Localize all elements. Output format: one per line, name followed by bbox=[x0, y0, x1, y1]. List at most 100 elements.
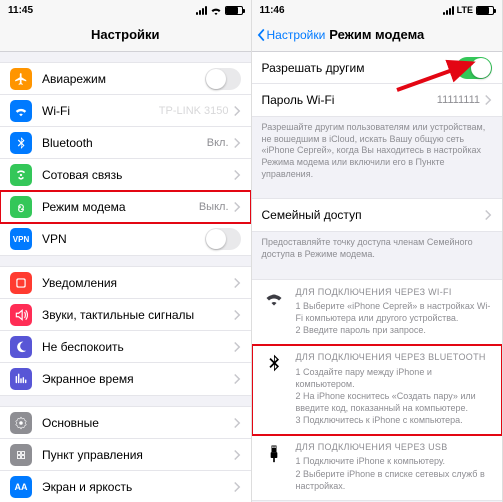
row-control-center[interactable]: Пункт управления bbox=[0, 439, 251, 471]
instr-line: 2 Выберите iPhone в списке сетевых служб… bbox=[296, 469, 485, 491]
bluetooth-icon bbox=[262, 351, 286, 426]
family-note: Предоставляйте точку доступа членам Семе… bbox=[252, 232, 503, 268]
instr-line: 2 Введите пароль при запросе. bbox=[296, 325, 426, 335]
instr-line: 1 Выберите «iPhone Сергей» в настройках … bbox=[296, 301, 491, 323]
usb-icon bbox=[262, 441, 286, 492]
row-label: Уведомления bbox=[42, 276, 233, 290]
page-title: Режим модема bbox=[329, 27, 424, 42]
row-display[interactable]: AA Экран и яркость bbox=[0, 471, 251, 502]
allow-others-toggle[interactable] bbox=[456, 57, 492, 79]
row-label: Основные bbox=[42, 416, 233, 430]
row-wifi-password[interactable]: Пароль Wi-Fi 11111111 bbox=[252, 84, 503, 116]
wifi-status-icon bbox=[210, 6, 222, 15]
status-time: 11:45 bbox=[8, 5, 33, 16]
instr-caption: ДЛЯ ПОДКЛЮЧЕНИЯ ЧЕРЕЗ WI-FI bbox=[296, 286, 493, 298]
row-label: Разрешать другим bbox=[262, 61, 457, 75]
instructions-wifi: ДЛЯ ПОДКЛЮЧЕНИЯ ЧЕРЕЗ WI-FI 1 Выберите «… bbox=[252, 280, 503, 346]
row-value: TP-LINK 3150 bbox=[159, 105, 229, 117]
airplane-icon bbox=[10, 68, 32, 90]
back-button[interactable]: Настройки bbox=[256, 28, 326, 42]
hotspot-screen: 11:46 LTE Настройки Режим модема Разреша… bbox=[252, 0, 503, 502]
instructions-bluetooth: ДЛЯ ПОДКЛЮЧЕНИЯ ЧЕРЕЗ BLUETOOTH 1 Создай… bbox=[252, 345, 503, 435]
screentime-icon bbox=[10, 368, 32, 390]
chevron-right-icon bbox=[233, 309, 241, 321]
row-value: Выкл. bbox=[199, 201, 229, 213]
row-label: Сотовая связь bbox=[42, 168, 233, 182]
navbar: Настройки bbox=[0, 18, 251, 52]
chevron-right-icon bbox=[233, 341, 241, 353]
navbar: Настройки Режим модема bbox=[252, 18, 503, 52]
status-time: 11:46 bbox=[260, 5, 285, 16]
row-label: Wi-Fi bbox=[42, 104, 159, 118]
cellular-icon bbox=[10, 164, 32, 186]
dnd-icon bbox=[10, 336, 32, 358]
row-allow-others[interactable]: Разрешать другим bbox=[252, 52, 503, 84]
instructions-usb: ДЛЯ ПОДКЛЮЧЕНИЯ ЧЕРЕЗ USB 1 Подключите i… bbox=[252, 435, 503, 500]
instr-line: 2 На iPhone коснитесь «Создать пару» или… bbox=[296, 391, 476, 413]
row-wifi[interactable]: Wi-Fi TP-LINK 3150 bbox=[0, 95, 251, 127]
signal-icon bbox=[443, 6, 454, 15]
row-label: Bluetooth bbox=[42, 136, 207, 150]
settings-root-screen: 11:45 Настройки Авиарежим Wi-Fi TP-LINK … bbox=[0, 0, 252, 502]
chevron-right-icon bbox=[484, 94, 492, 106]
row-screentime[interactable]: Экранное время bbox=[0, 363, 251, 395]
row-label: Экран и яркость bbox=[42, 480, 233, 494]
page-title: Настройки bbox=[91, 27, 160, 42]
row-label: Экранное время bbox=[42, 372, 233, 386]
chevron-right-icon bbox=[233, 105, 241, 117]
chevron-right-icon bbox=[233, 373, 241, 385]
row-value: 11111111 bbox=[437, 94, 480, 106]
airplane-toggle[interactable] bbox=[205, 68, 241, 90]
vpn-icon: VPN bbox=[10, 228, 32, 250]
instr-line: 1 Создайте пару между iPhone и компьютер… bbox=[296, 367, 432, 389]
row-vpn[interactable]: VPN VPN bbox=[0, 223, 251, 255]
instr-line: 1 Подключите iPhone к компьютеру. bbox=[296, 456, 445, 466]
back-label: Настройки bbox=[267, 28, 326, 42]
status-bar: 11:46 LTE bbox=[252, 0, 503, 18]
row-label: Пароль Wi-Fi bbox=[262, 93, 437, 107]
wifi-icon bbox=[262, 286, 286, 337]
row-bluetooth[interactable]: Bluetooth Вкл. bbox=[0, 127, 251, 159]
vpn-toggle[interactable] bbox=[205, 228, 241, 250]
row-cellular[interactable]: Сотовая связь bbox=[0, 159, 251, 191]
chevron-right-icon bbox=[233, 417, 241, 429]
chevron-right-icon bbox=[233, 481, 241, 493]
chevron-right-icon bbox=[233, 137, 241, 149]
row-label: Авиарежим bbox=[42, 72, 205, 86]
row-hotspot[interactable]: Режим модема Выкл. bbox=[0, 191, 251, 223]
instr-caption: ДЛЯ ПОДКЛЮЧЕНИЯ ЧЕРЕЗ BLUETOOTH bbox=[296, 351, 493, 363]
row-label: Звуки, тактильные сигналы bbox=[42, 308, 233, 322]
chevron-right-icon bbox=[233, 169, 241, 181]
row-airplane[interactable]: Авиарежим bbox=[0, 63, 251, 95]
display-icon: AA bbox=[10, 476, 32, 498]
wifi-icon bbox=[10, 100, 32, 122]
chevron-right-icon bbox=[233, 449, 241, 461]
chevron-left-icon bbox=[256, 28, 266, 42]
bluetooth-icon bbox=[10, 132, 32, 154]
row-label: Режим модема bbox=[42, 200, 199, 214]
row-sounds[interactable]: Звуки, тактильные сигналы bbox=[0, 299, 251, 331]
status-bar: 11:45 bbox=[0, 0, 251, 18]
instr-caption: ДЛЯ ПОДКЛЮЧЕНИЯ ЧЕРЕЗ USB bbox=[296, 441, 493, 453]
chevron-right-icon bbox=[233, 201, 241, 213]
sounds-icon bbox=[10, 304, 32, 326]
instr-line: 3 Подключитесь к iPhone с компьютера. bbox=[296, 415, 463, 425]
status-network: LTE bbox=[457, 5, 473, 15]
signal-icon bbox=[196, 6, 207, 15]
notifications-icon bbox=[10, 272, 32, 294]
row-dnd[interactable]: Не беспокоить bbox=[0, 331, 251, 363]
battery-icon bbox=[476, 6, 494, 15]
row-label: Семейный доступ bbox=[262, 208, 485, 222]
row-label: VPN bbox=[42, 232, 205, 246]
battery-icon bbox=[225, 6, 243, 15]
row-value: Вкл. bbox=[207, 137, 229, 149]
chevron-right-icon bbox=[484, 209, 492, 221]
row-family-sharing[interactable]: Семейный доступ bbox=[252, 199, 503, 231]
row-general[interactable]: Основные bbox=[0, 407, 251, 439]
chevron-right-icon bbox=[233, 277, 241, 289]
general-icon bbox=[10, 412, 32, 434]
row-label: Не беспокоить bbox=[42, 340, 233, 354]
hotspot-icon bbox=[10, 196, 32, 218]
row-notifications[interactable]: Уведомления bbox=[0, 267, 251, 299]
allow-note: Разрешайте другим пользователям или устр… bbox=[252, 117, 503, 188]
